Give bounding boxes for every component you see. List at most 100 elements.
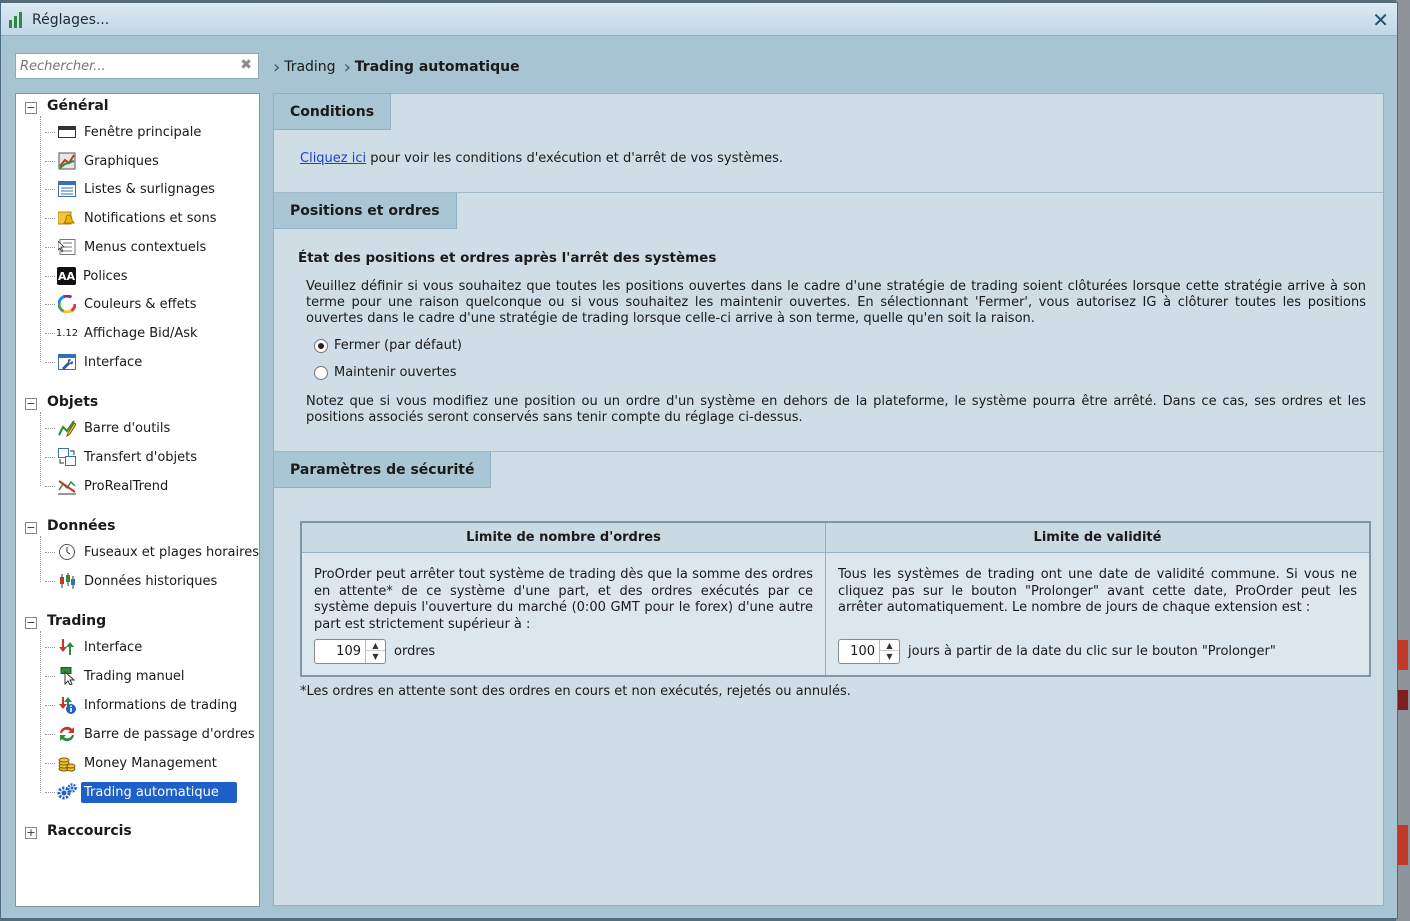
conditions-text: Cliquez ici pour voir les conditions d'e… [300,151,783,167]
background-mark [1398,640,1408,670]
stepper-down-icon[interactable]: ▼ [366,651,385,662]
window-icon [57,123,77,141]
conditions-text-rest: pour voir les conditions d'exécution et … [366,151,784,166]
background-app-strip [1396,0,1410,921]
validity-row: 100 ▲ ▼ jours à partir de la date du clic… [838,639,1276,664]
tree-item-prorealtrend[interactable]: ProRealTrend [45,474,171,498]
tree-item-money-management[interactable]: Money Management [45,751,220,775]
search-input[interactable] [20,55,230,77]
order-limit-row: 109 ▲ ▼ ordres [314,639,435,664]
background-mark [1398,825,1408,865]
search-box[interactable]: ✖ [15,53,259,79]
clock-icon [57,543,77,561]
close-icon[interactable]: ✕ [1372,8,1389,32]
tree-item-trading-automatique[interactable]: Trading automatique [45,780,237,804]
conditions-link[interactable]: Cliquez ici [300,151,366,166]
tree-item-label: Notifications et sons [84,210,217,226]
breadcrumb: › Trading › Trading automatique [273,56,528,78]
tree-item-label: Couleurs & effets [84,296,197,312]
positions-note: Notez que si vous modifiez une position … [306,394,1366,425]
breadcrumb-current: Trading automatique [354,59,520,75]
tree-item-trading-manuel[interactable]: Trading manuel [45,664,188,688]
pencil-icon [57,419,77,437]
tree-item-affichage-bid-ask[interactable]: 1.12 Affichage Bid/Ask [45,321,201,345]
section-security-header: Paramètres de sécurité [274,452,492,488]
tree-item-label: Polices [83,268,128,284]
order-limit-text: ProOrder peut arrêter tout système de tr… [314,567,813,632]
title-bar[interactable]: Réglages... ✕ [1,3,1397,36]
collapse-icon[interactable]: − [25,617,37,629]
tree-group-label[interactable]: Raccourcis [47,823,132,839]
tree-item-label: Interface [84,354,143,370]
tree-item-notifications[interactable]: Notifications et sons [45,206,219,230]
stepper-up-icon[interactable]: ▲ [880,640,899,651]
tree-item-label: ProRealTrend [84,478,169,494]
tree-item-barre-passage-ordres[interactable]: Barre de passage d'ordres [45,722,258,746]
security-footnote: *Les ordres en attente sont des ordres e… [300,684,851,699]
tree-item-label: Trading automatique [81,781,237,803]
bell-icon [57,209,77,227]
validity-unit: jours à partir de la date du clic sur le… [908,644,1276,659]
radio-maintenir-input[interactable] [314,365,328,380]
tree-item-menus-contextuels[interactable]: Menus contextuels [45,235,209,259]
tree-item-interface-trading[interactable]: Interface [45,635,145,659]
tree-item-couleurs[interactable]: Couleurs & effets [45,292,199,316]
tree-item-label: Menus contextuels [84,239,207,255]
validity-stepper[interactable]: 100 ▲ ▼ [838,639,900,664]
tree-group-label[interactable]: Général [47,98,109,114]
chart-icon [57,152,77,170]
settings-content: Conditions Cliquez ici pour voir les con… [273,93,1384,906]
tree-item-label: Interface [84,639,143,655]
collapse-icon[interactable]: − [25,102,37,114]
positions-heading: État des positions et ordres après l'arr… [298,250,717,266]
tree-item-graphiques[interactable]: Graphiques [45,149,162,173]
radio-maintenir[interactable]: Maintenir ouvertes [314,365,457,380]
radio-fermer-label: Fermer (par défaut) [334,338,462,353]
tree-group-label[interactable]: Objets [47,394,98,410]
tree-item-fuseaux[interactable]: Fuseaux et plages horaires [45,540,262,564]
chevron-right-icon: › [273,56,281,78]
color-wheel-icon [57,295,77,313]
tree-item-polices[interactable]: AA Polices [45,264,130,288]
expand-icon[interactable]: + [25,827,37,839]
order-limit-stepper[interactable]: 109 ▲ ▼ [314,639,386,664]
clear-search-icon[interactable]: ✖ [240,57,252,73]
tree-item-interface-general[interactable]: Interface [45,350,145,374]
coins-icon [57,754,77,772]
settings-tree: − Général Fenêtre principale Graphiques … [15,93,260,907]
tree-item-barre-outils[interactable]: Barre d'outils [45,416,173,440]
tree-item-label: Trading manuel [84,668,185,684]
tree-item-label: Graphiques [84,153,159,169]
radio-fermer[interactable]: Fermer (par défaut) [314,338,462,353]
validity-column: Limite de validité Tous les systèmes de … [826,523,1369,675]
tree-item-label: Fenêtre principale [84,124,202,140]
history-icon [57,572,77,590]
tree-item-label: Listes & surlignages [84,181,215,197]
validity-header: Limite de validité [826,523,1369,553]
radio-fermer-input[interactable] [314,338,328,353]
breadcrumb-trading[interactable]: Trading [284,59,335,75]
tree-item-transfert-objets[interactable]: Transfert d'objets [45,445,200,469]
background-mark [1398,690,1408,710]
trading-interface-icon [57,638,77,656]
stepper-down-icon[interactable]: ▼ [880,651,899,662]
collapse-icon[interactable]: − [25,522,37,534]
tree-item-fenetre-principale[interactable]: Fenêtre principale [45,120,204,144]
collapse-icon[interactable]: − [25,398,37,410]
chevron-right-icon: › [343,56,351,78]
tree-group-label[interactable]: Trading [47,613,106,629]
positions-paragraph: Veuillez définir si vous souhaitez que t… [306,279,1366,326]
validity-value[interactable]: 100 [850,644,875,659]
order-limit-value[interactable]: 109 [336,644,361,659]
tree-item-informations-trading[interactable]: Informations de trading [45,693,240,717]
order-bar-icon [57,725,77,743]
tree-item-label: Affichage Bid/Ask [84,325,198,341]
tree-item-label: Données historiques [84,573,218,589]
section-positions-header: Positions et ordres [274,193,457,229]
tree-item-label: Informations de trading [84,697,238,713]
tree-item-listes[interactable]: Listes & surlignages [45,177,218,201]
stepper-up-icon[interactable]: ▲ [366,640,385,651]
tree-group-label[interactable]: Données [47,518,116,534]
tree-item-donnees-historiques[interactable]: Données historiques [45,569,220,593]
security-table: Limite de nombre d'ordres ProOrder peut … [300,521,1371,677]
